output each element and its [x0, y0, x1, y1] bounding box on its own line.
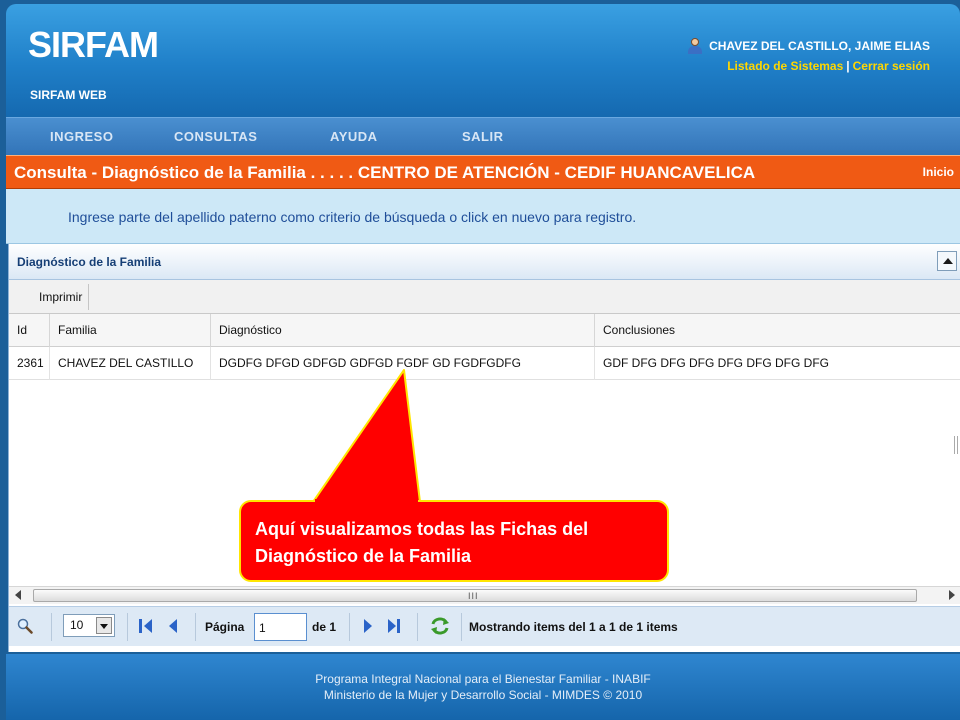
pager-divider — [127, 613, 128, 641]
page-size-select[interactable]: 10 — [63, 614, 115, 637]
info-bar: Ingrese parte del apellido paterno como … — [6, 189, 960, 244]
pager-divider — [195, 613, 196, 641]
app-logo: SIRFAM — [28, 24, 159, 65]
user-block: CHAVEZ DEL CASTILLO, JAIME ELIAS Listado… — [687, 38, 930, 73]
refresh-icon[interactable] — [429, 616, 451, 636]
page-title: Consulta - Diagnóstico de la Familia . .… — [14, 163, 756, 182]
cell-conclusiones: GDF DFG DFG DFG DFG DFG DFG DFG — [594, 347, 960, 380]
next-page-icon[interactable] — [364, 619, 378, 633]
home-link[interactable]: Inicio — [923, 165, 954, 179]
callout-text: Aquí visualizamos todas las Fichas del D… — [255, 519, 589, 566]
column-header-id[interactable]: Id — [9, 314, 49, 347]
vertical-scroll-grip[interactable] — [954, 436, 958, 454]
nav-item-ingreso[interactable]: INGRESO — [50, 129, 113, 144]
grid-header: Id Familia Diagnóstico Conclusiones — [9, 314, 960, 347]
user-links: Listado de Sistemas | Cerrar sesión — [687, 59, 930, 73]
results-panel: Diagnóstico de la Familia Imprimir Id Fa… — [8, 244, 960, 652]
main-nav: INGRESO CONSULTAS AYUDA SALIR — [6, 117, 960, 155]
app-footer: Programa Integral Nacional para el Biene… — [6, 654, 960, 720]
grid-pager: 10 Página 1 de 1 Mostrando items del 1 a… — [9, 606, 960, 646]
cell-diagnostico: DGDFG DFGD GDFGD GDFGD FGDF GD FGDFGDFG — [210, 347, 594, 380]
footer-line-1: Programa Integral Nacional para el Biene… — [315, 672, 651, 686]
page-count-label: de 1 — [312, 620, 337, 634]
column-header-conclusiones[interactable]: Conclusiones — [594, 314, 960, 347]
scroll-right-arrow[interactable] — [949, 590, 955, 600]
app-subtitle: SIRFAM WEB — [30, 88, 107, 102]
user-icon — [687, 38, 703, 54]
column-header-familia[interactable]: Familia — [49, 314, 210, 347]
logout-link[interactable]: Cerrar sesión — [853, 59, 930, 73]
user-name: CHAVEZ DEL CASTILLO, JAIME ELIAS — [709, 39, 930, 53]
systems-list-link[interactable]: Listado de Sistemas — [727, 59, 843, 73]
footer-line-2: Ministerio de la Mujer y Desarrollo Soci… — [323, 688, 643, 702]
callout-box: Aquí visualizamos todas las Fichas del D… — [239, 500, 669, 582]
previous-page-icon[interactable] — [169, 619, 183, 633]
nav-item-ayuda[interactable]: AYUDA — [330, 129, 378, 144]
cell-id: 2361 — [17, 356, 44, 370]
scroll-left-arrow[interactable] — [15, 590, 21, 600]
pager-divider — [461, 613, 462, 641]
cell-familia: CHAVEZ DEL CASTILLO — [49, 347, 210, 380]
app-header: SIRFAM SIRFAM WEB CHAVEZ DEL CASTILLO, J… — [6, 4, 960, 117]
first-page-icon[interactable] — [139, 619, 153, 633]
search-icon[interactable] — [17, 618, 33, 634]
nav-item-salir[interactable]: SALIR — [462, 129, 504, 144]
chevron-down-icon[interactable] — [96, 617, 112, 634]
collapse-button[interactable] — [937, 251, 957, 271]
page-size-value: 10 — [70, 618, 84, 632]
grid-toolbar: Imprimir — [9, 280, 960, 314]
link-separator: | — [846, 59, 850, 73]
column-header-diagnostico[interactable]: Diagnóstico — [210, 314, 594, 347]
pager-divider — [349, 613, 350, 641]
scroll-thumb[interactable]: III — [33, 589, 917, 602]
scroll-grip: III — [468, 591, 479, 601]
user-info: CHAVEZ DEL CASTILLO, JAIME ELIAS — [687, 38, 930, 54]
page-label: Página — [205, 620, 245, 634]
table-row[interactable]: 2361 CHAVEZ DEL CASTILLO DGDFG DFGD GDFG… — [9, 347, 960, 380]
info-message: Ingrese parte del apellido paterno como … — [68, 209, 637, 225]
last-page-icon[interactable] — [388, 619, 402, 633]
page-title-bar: Consulta - Diagnóstico de la Familia . .… — [6, 155, 960, 189]
current-page-input[interactable]: 1 — [254, 613, 307, 641]
pager-status: Mostrando items del 1 a 1 de 1 items — [469, 620, 678, 634]
panel-header: Diagnóstico de la Familia — [9, 244, 960, 280]
pager-divider — [417, 613, 418, 641]
print-button[interactable]: Imprimir — [13, 284, 90, 310]
horizontal-scrollbar[interactable]: III — [9, 586, 960, 604]
pager-divider — [51, 613, 52, 641]
panel-title: Diagnóstico de la Familia — [17, 255, 162, 269]
nav-item-consultas[interactable]: CONSULTAS — [174, 129, 257, 144]
